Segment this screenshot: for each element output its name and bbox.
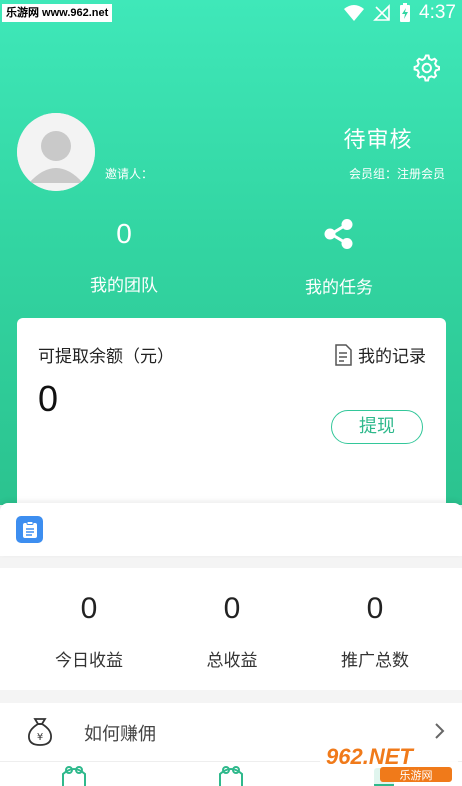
svg-text:¥: ¥ bbox=[37, 732, 43, 743]
clipboard-icon bbox=[22, 520, 37, 538]
tab-profile-icon[interactable] bbox=[370, 766, 398, 786]
total-earnings-value: 0 bbox=[223, 592, 241, 625]
notice-button[interactable] bbox=[16, 516, 43, 543]
today-earnings-value: 0 bbox=[80, 592, 98, 625]
my-tasks-icon-button[interactable] bbox=[322, 217, 356, 251]
gear-icon bbox=[413, 54, 440, 82]
my-records-link[interactable]: 我的记录 bbox=[334, 342, 426, 367]
inviter-label: 邀请人： bbox=[105, 167, 154, 181]
clock: 4:37 bbox=[419, 2, 456, 23]
share-icon bbox=[324, 219, 353, 249]
member-group: 会员组：注册会员 bbox=[348, 167, 445, 181]
screen: 乐游网 www.962.net 4:37 邀请人： 待审核 会员组：注册会员 0… bbox=[0, 0, 462, 786]
my-records-label: 我的记录 bbox=[358, 347, 426, 367]
referral-total-stat[interactable]: 0 推广总数 bbox=[298, 568, 452, 690]
site-watermark: 乐游网 www.962.net bbox=[2, 4, 113, 22]
chevron-right-icon bbox=[435, 723, 445, 739]
balance-title: 可提取余额（元） bbox=[38, 347, 174, 367]
tab-member-icon[interactable] bbox=[217, 766, 245, 786]
referral-total-label: 推广总数 bbox=[341, 651, 409, 671]
referral-total-value: 0 bbox=[366, 592, 384, 625]
tab-bar bbox=[0, 761, 462, 786]
status-bar: 乐游网 www.962.net 4:37 bbox=[0, 0, 462, 25]
notice-panel bbox=[0, 503, 462, 556]
balance-amount: 0 bbox=[38, 378, 59, 419]
wifi-icon bbox=[344, 4, 365, 21]
withdraw-button[interactable]: 提现 bbox=[331, 410, 423, 444]
team-count[interactable]: 0 bbox=[64, 218, 184, 250]
document-icon bbox=[335, 343, 352, 366]
total-earnings-label: 总收益 bbox=[206, 651, 258, 671]
avatar[interactable] bbox=[17, 113, 95, 191]
today-earnings-stat[interactable]: 0 今日收益 bbox=[12, 568, 166, 690]
default-avatar-icon bbox=[17, 113, 95, 191]
today-earnings-label: 今日收益 bbox=[55, 651, 123, 671]
balance-card: 可提取余额（元） 我的记录 0 提现 bbox=[17, 318, 446, 518]
my-team-button[interactable]: 我的团队 bbox=[64, 271, 184, 296]
review-status: 待审核 bbox=[343, 128, 413, 153]
status-icons: 4:37 bbox=[343, 0, 456, 25]
settings-button[interactable] bbox=[410, 52, 442, 84]
tab-home-icon[interactable] bbox=[60, 766, 88, 786]
earnings-panel: 0 今日收益 0 总收益 0 推广总数 bbox=[0, 568, 462, 690]
no-signal-icon bbox=[373, 3, 390, 21]
battery-charging-icon bbox=[400, 2, 411, 22]
my-tasks-button[interactable]: 我的任务 bbox=[279, 273, 399, 298]
how-to-earn-label: 如何赚佣 bbox=[84, 724, 156, 745]
how-to-earn-row[interactable]: ¥ 如何赚佣 bbox=[0, 703, 462, 761]
money-bag-icon: ¥ bbox=[28, 718, 52, 746]
total-earnings-stat[interactable]: 0 总收益 bbox=[155, 568, 309, 690]
